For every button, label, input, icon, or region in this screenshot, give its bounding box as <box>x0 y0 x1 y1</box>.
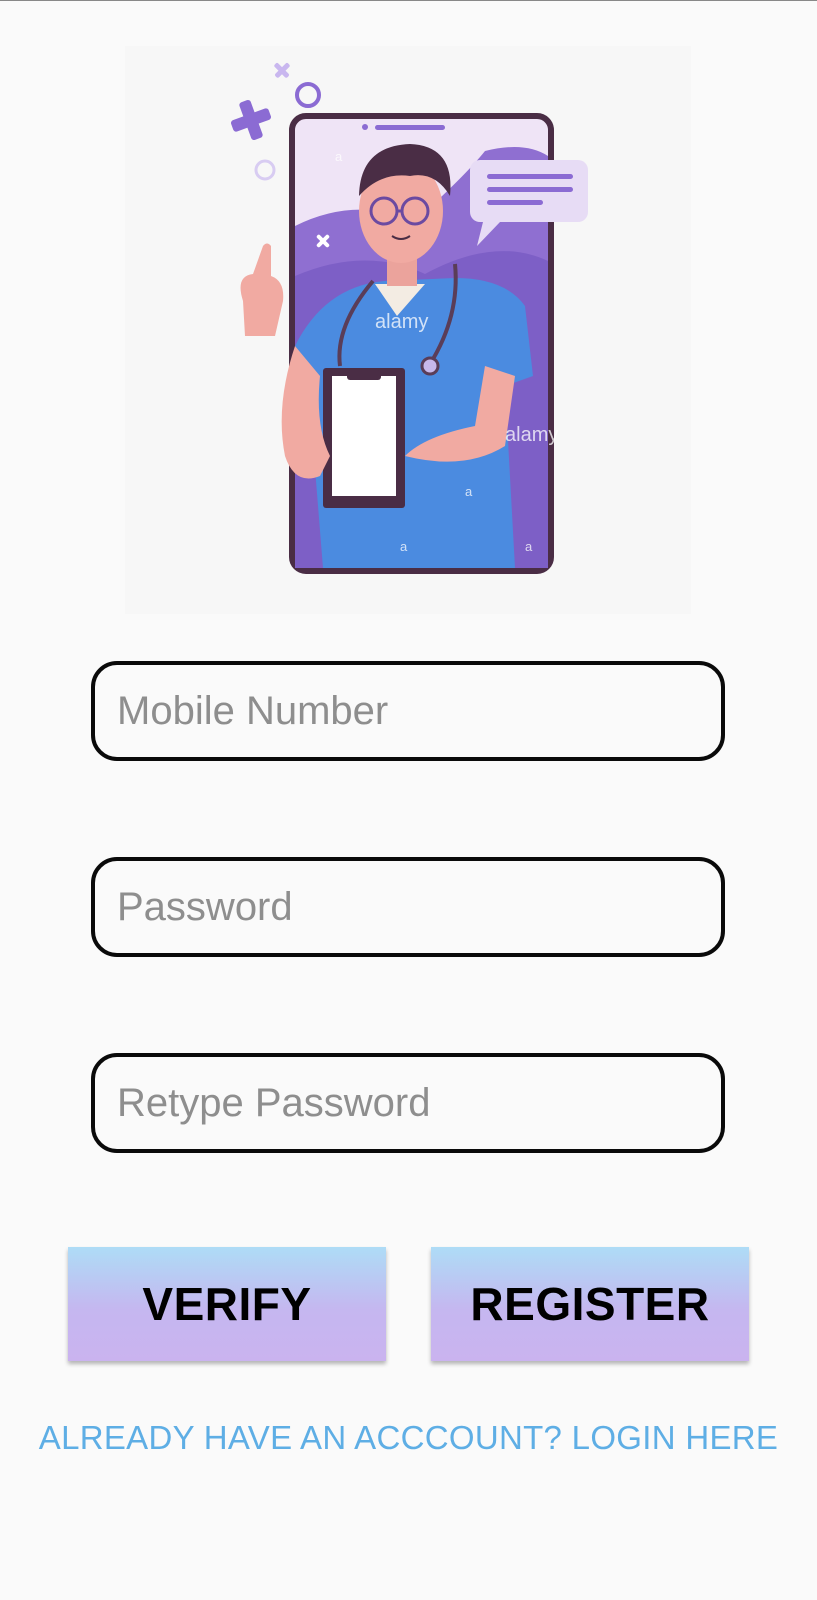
register-screen: alamy alamy a a a a VERIFY REGISTER ALRE… <box>0 0 817 1600</box>
plus-decoration-icon <box>230 99 272 141</box>
watermark-text: alamy <box>375 311 428 333</box>
password-input[interactable] <box>115 883 701 931</box>
password-field[interactable] <box>91 857 725 957</box>
verify-button[interactable]: VERIFY <box>68 1247 386 1361</box>
register-button-label: REGISTER <box>470 1278 710 1330</box>
watermark-letter: a <box>335 149 343 164</box>
mobile-number-input[interactable] <box>115 687 701 735</box>
register-button[interactable]: REGISTER <box>431 1247 749 1361</box>
circle-decoration-icon <box>295 82 321 108</box>
small-plus-icon <box>274 63 290 78</box>
verify-button-label: VERIFY <box>142 1278 312 1330</box>
login-link[interactable]: ALREADY HAVE AN ACCCOUNT? LOGIN HERE <box>0 1419 817 1457</box>
watermark-letter: a <box>400 539 408 554</box>
watermark-letter: a <box>525 539 533 554</box>
retype-password-field[interactable] <box>91 1053 725 1153</box>
retype-password-input[interactable] <box>115 1079 701 1127</box>
doctor-phone-illustration: alamy alamy a a a a <box>230 63 588 574</box>
mobile-number-field[interactable] <box>91 661 725 761</box>
watermark-letter: a <box>465 484 473 499</box>
circle-decoration-icon <box>254 159 276 181</box>
doctor-illustration: alamy alamy a a a a <box>125 46 691 614</box>
watermark-text: alamy <box>505 424 558 446</box>
